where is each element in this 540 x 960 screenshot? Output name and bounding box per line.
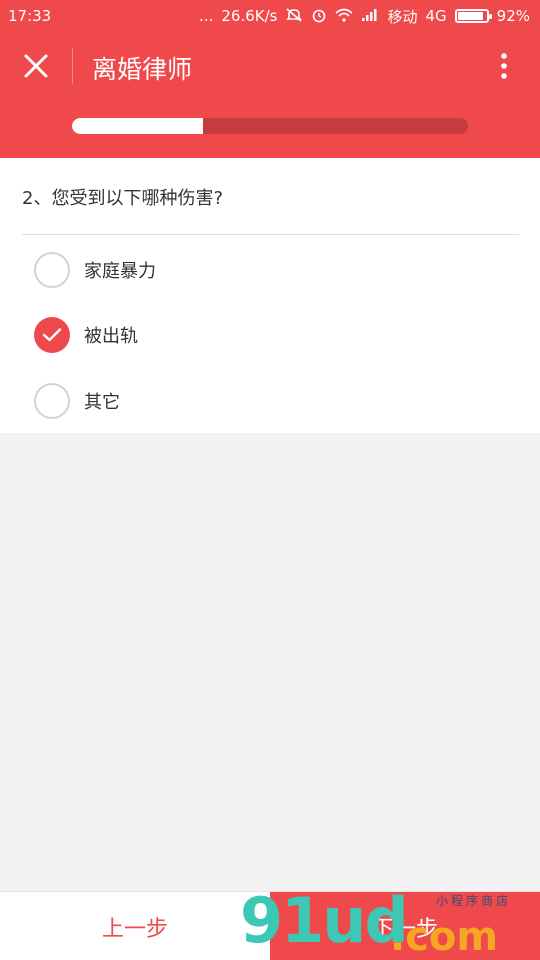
radio-button[interactable] — [34, 383, 70, 419]
option-label: 其它 — [84, 392, 120, 413]
app-header: 离婚律师 — [0, 32, 540, 158]
question-text: 2、您受到以下哪种伤害? — [22, 188, 224, 209]
more-options-button[interactable] — [490, 48, 518, 84]
battery-icon — [454, 9, 492, 23]
footer-bar: 上一步 下一步 — [0, 891, 540, 960]
status-time: 17:33 — [8, 7, 52, 25]
next-step-button[interactable]: 下一步 — [270, 892, 540, 960]
close-button[interactable] — [18, 48, 54, 84]
header-divider — [72, 48, 73, 84]
progress-bar — [72, 118, 468, 134]
question-divider — [22, 234, 519, 235]
network-type: 4G — [425, 7, 447, 25]
previous-step-button[interactable]: 上一步 — [0, 892, 270, 960]
more-vertical-icon — [501, 53, 507, 79]
option-label: 被出轨 — [84, 326, 138, 347]
carrier-name: 移动 — [387, 7, 418, 26]
page-title: 离婚律师 — [92, 55, 193, 84]
option-infidelity[interactable]: 被出轨 — [34, 315, 514, 355]
question-card: 2、您受到以下哪种伤害? 家庭暴力 被出轨 其它 — [0, 158, 540, 433]
mute-icon — [285, 7, 303, 26]
alarm-icon — [311, 7, 327, 26]
status-indicators: ... 26.6K/s 移动 4G 92% — [199, 6, 530, 27]
battery-percent: 92% — [496, 7, 530, 25]
progress-fill — [72, 118, 203, 134]
radio-button-checked[interactable] — [34, 317, 70, 353]
close-icon — [24, 54, 48, 78]
radio-button[interactable] — [34, 252, 70, 288]
checkmark-icon — [42, 328, 62, 342]
status-bar: 17:33 ... 26.6K/s 移动 4G 92% — [0, 0, 540, 32]
network-speed: 26.6K/s — [221, 7, 278, 25]
signal-icon — [361, 8, 379, 25]
wifi-icon — [335, 8, 353, 25]
status-dots: ... — [199, 7, 214, 25]
option-other[interactable]: 其它 — [34, 381, 514, 421]
option-domestic-violence[interactable]: 家庭暴力 — [34, 250, 514, 290]
option-label: 家庭暴力 — [84, 261, 156, 282]
battery-level — [457, 12, 484, 20]
